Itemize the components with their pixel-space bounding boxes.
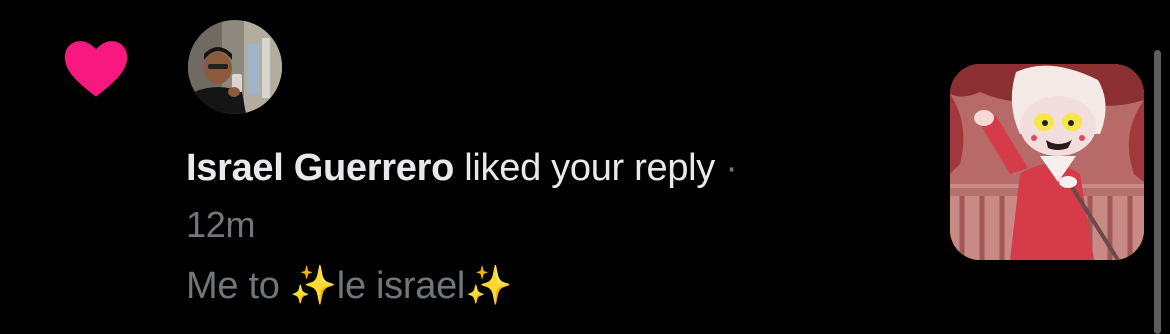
user-name-link[interactable]: Israel Guerrero: [186, 147, 454, 189]
post-thumbnail[interactable]: [950, 64, 1144, 260]
separator-dot: ·: [725, 147, 738, 189]
timestamp: 12m: [186, 204, 256, 245]
notification-headline: Israel Guerrero liked your reply ·: [186, 145, 738, 191]
reply-text[interactable]: Me to ✨le israel✨: [186, 263, 512, 309]
scrollbar[interactable]: [1154, 50, 1161, 334]
like-notification[interactable]: Israel Guerrero liked your reply · 12m M…: [0, 0, 1170, 334]
heart-icon: [62, 38, 130, 98]
user-avatar[interactable]: [188, 20, 282, 114]
action-text: liked your reply: [464, 147, 716, 189]
